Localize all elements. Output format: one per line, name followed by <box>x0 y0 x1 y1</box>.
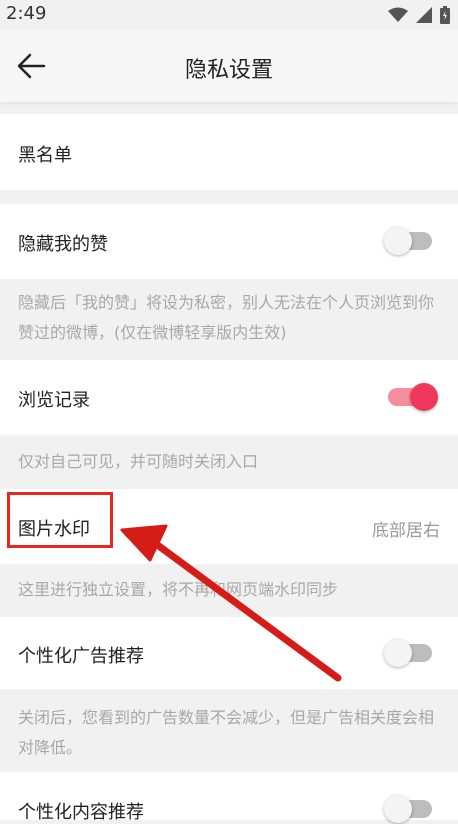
status-time: 2:49 <box>6 3 47 24</box>
hide-likes-label: 隐藏我的赞 <box>18 234 108 255</box>
content-recommend-label: 个性化内容推荐 <box>18 802 144 823</box>
history-toggle[interactable] <box>388 383 438 411</box>
history-row: 浏览记录 <box>0 360 458 435</box>
signal-icon <box>416 7 432 23</box>
ad-recommend-row: 个性化广告推荐 <box>0 617 458 689</box>
hide-likes-row: 隐藏我的赞 <box>0 204 458 279</box>
content-recommend-toggle[interactable] <box>384 795 432 823</box>
top-bar: 隐私设置 <box>0 30 458 102</box>
history-label: 浏览记录 <box>18 390 90 411</box>
page-title: 隐私设置 <box>184 58 273 83</box>
hide-likes-hint: 隐藏后「我的赞」将设为私密，别人无法在个人页浏览到你赞过的微博，(仅在微博轻享版… <box>18 293 435 342</box>
toggle-knob <box>384 639 412 667</box>
blacklist-label: 黑名单 <box>18 145 72 166</box>
battery-icon <box>440 6 450 24</box>
ad-recommend-toggle[interactable] <box>384 639 432 667</box>
watermark-value: 底部居右 <box>372 521 440 541</box>
toggle-knob <box>384 227 412 255</box>
hide-likes-toggle[interactable] <box>384 227 432 255</box>
status-icons <box>388 5 450 25</box>
status-bar: 2:49 <box>0 0 458 30</box>
history-hint: 仅对自己可见，并可随时关闭入口 <box>18 452 259 471</box>
wifi-icon <box>388 7 408 22</box>
ad-recommend-label: 个性化广告推荐 <box>18 646 144 667</box>
blacklist-row[interactable]: 黑名单 <box>0 114 458 190</box>
ad-recommend-hint: 关闭后，您看到的广告数量不会减少，但是广告相关度会相对降低。 <box>18 708 435 757</box>
watermark-hint: 这里进行独立设置，将不再和网页端水印同步 <box>18 580 339 599</box>
content-recommend-row: 个性化内容推荐 <box>0 772 458 823</box>
annotation-highlight-box <box>7 492 113 548</box>
toggle-knob <box>384 795 412 823</box>
toggle-knob <box>410 383 438 411</box>
